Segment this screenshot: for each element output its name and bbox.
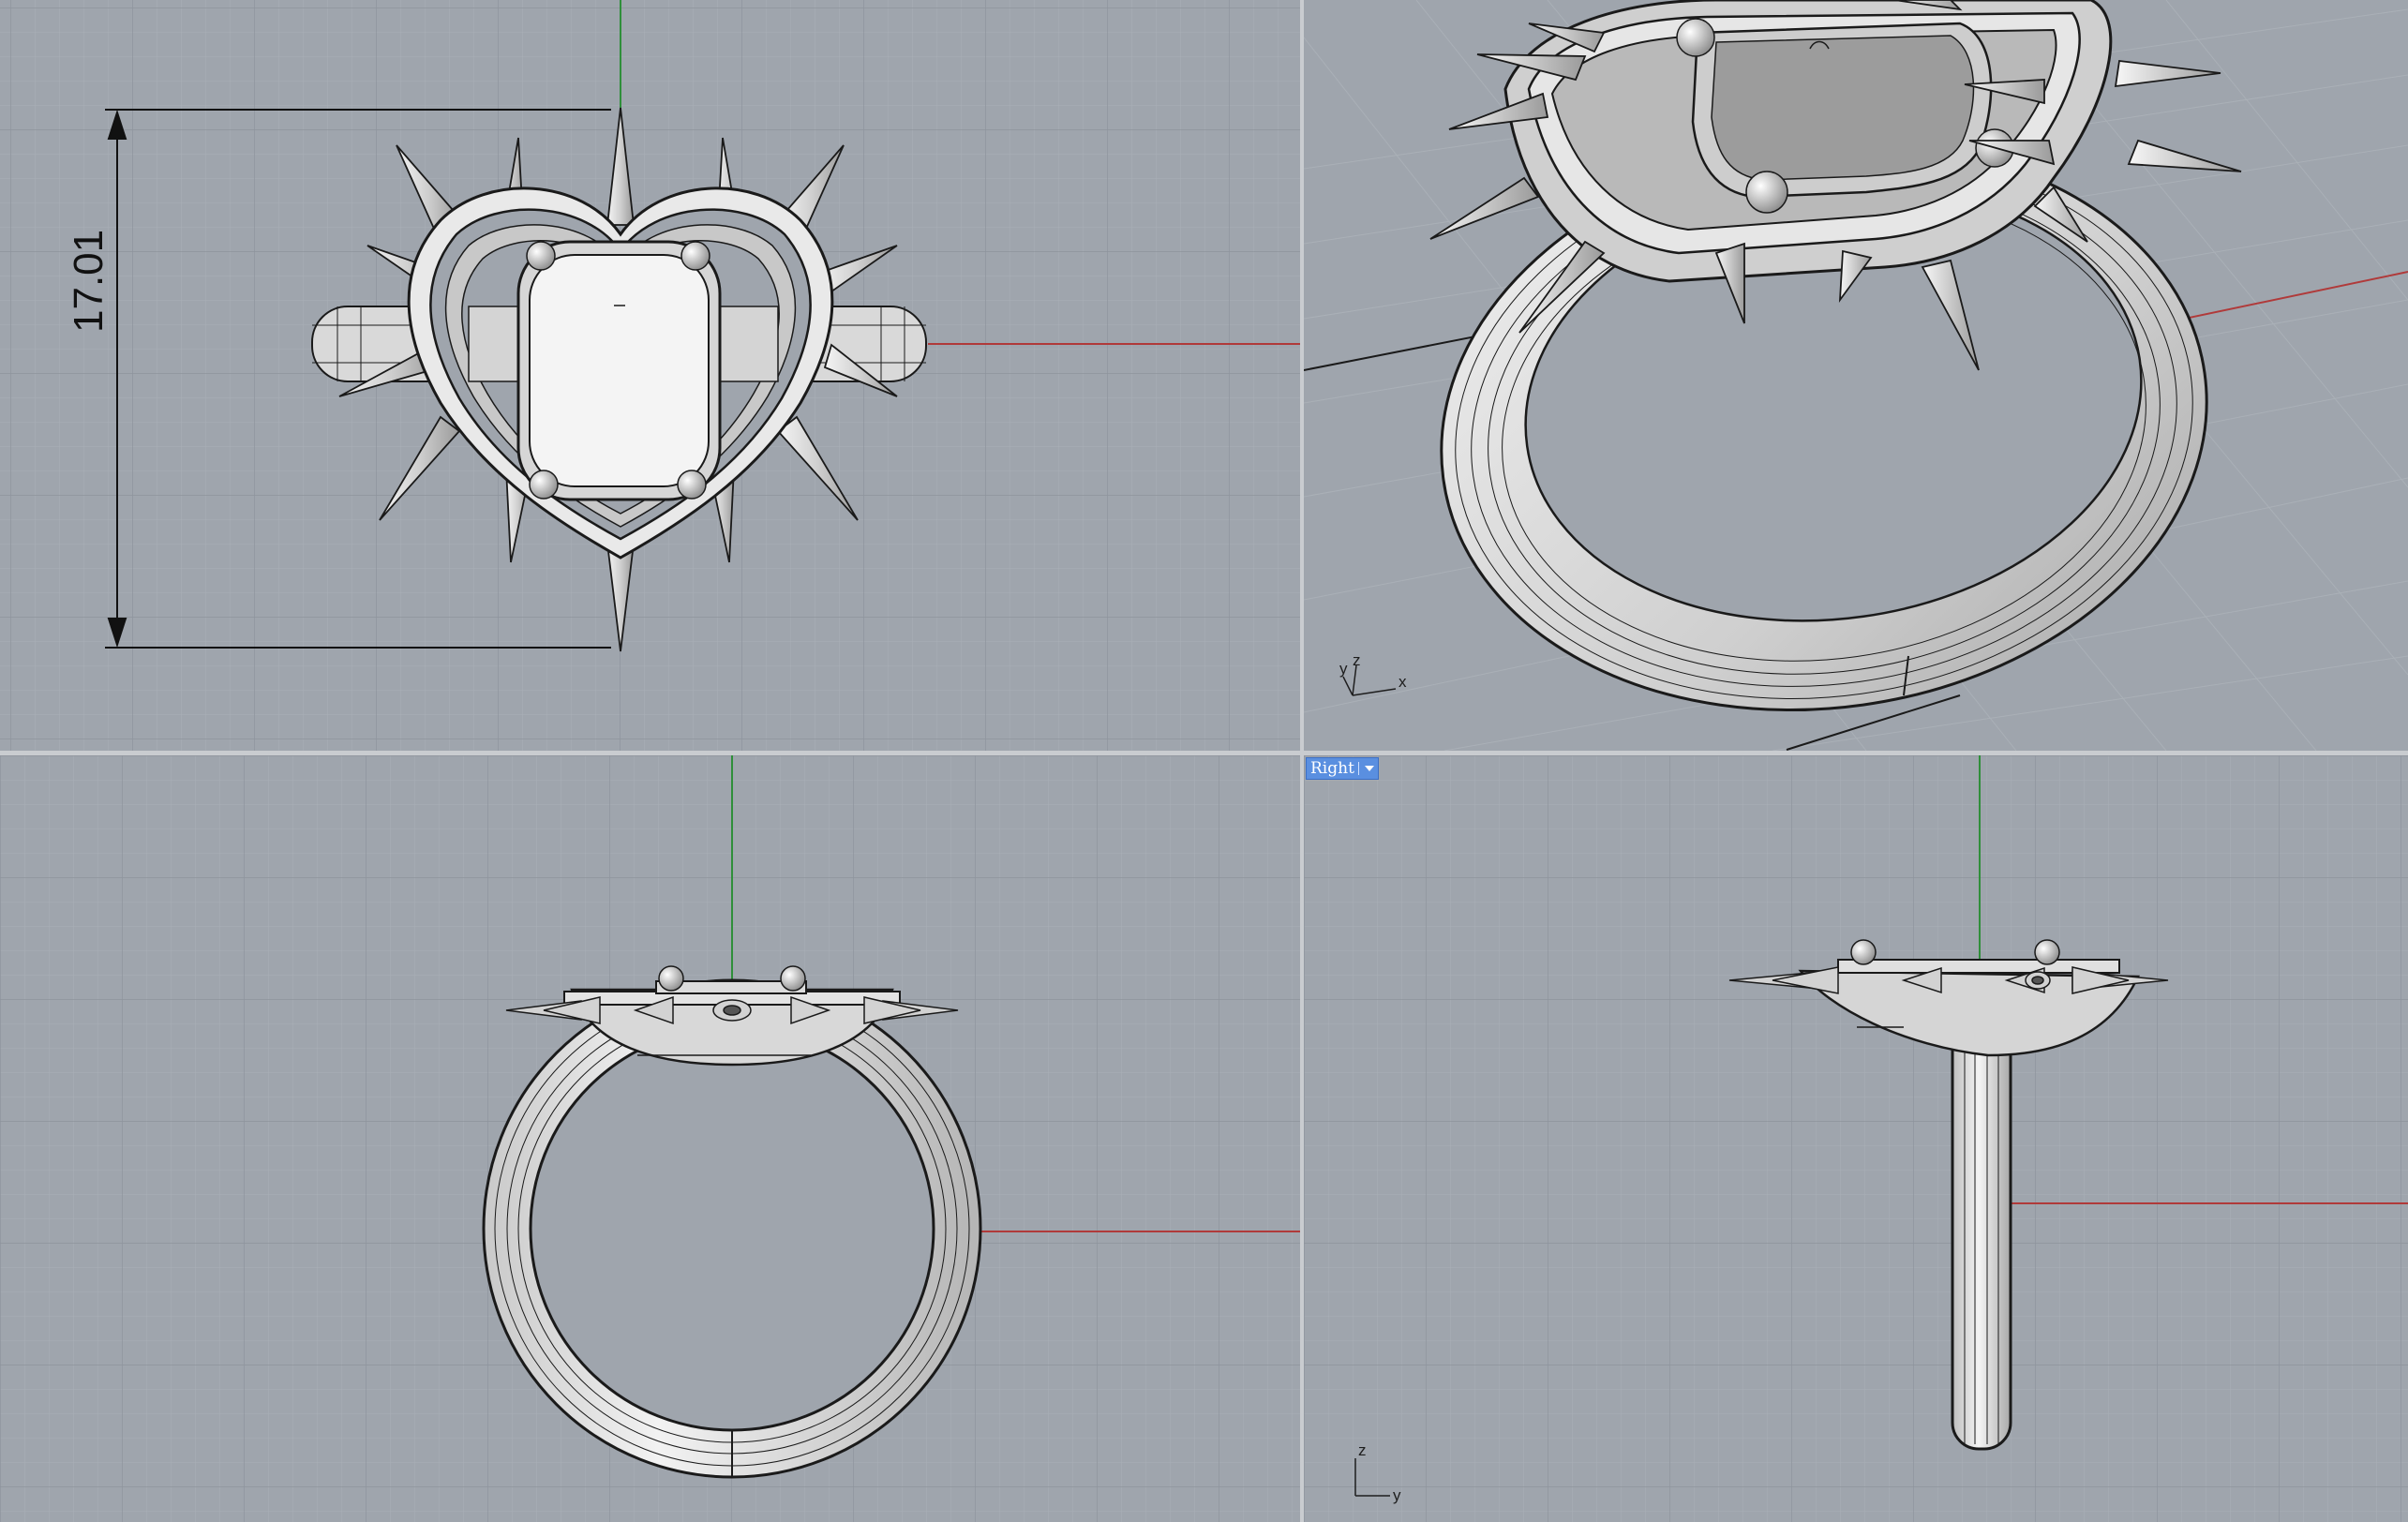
label-separator — [1357, 762, 1359, 775]
top-viewport[interactable]: 17.01 — [0, 0, 1300, 751]
ring-shank-right[interactable] — [1951, 1016, 2012, 1451]
axis-label-y: y — [1393, 1486, 1401, 1504]
dimension-value: 17.01 — [66, 229, 112, 333]
right-viewport-canvas[interactable] — [1304, 755, 2408, 1522]
axis-label-z: z — [1358, 1441, 1367, 1459]
axis-triad-icon — [1342, 664, 1397, 696]
axis-label-x: x — [1398, 673, 1407, 691]
stone-setting-top[interactable] — [516, 240, 722, 501]
perspective-viewport[interactable]: y z x — [1304, 0, 2408, 751]
front-viewport-canvas[interactable] — [0, 755, 1300, 1522]
axis-label-y: y — [1339, 660, 1348, 678]
top-viewport-canvas[interactable] — [0, 0, 1300, 751]
viewport-title: Right — [1310, 759, 1354, 778]
perspective-viewport-canvas[interactable] — [1304, 0, 2408, 751]
rhino-workspace: 17.01 y z x Right z y — [0, 0, 2408, 1522]
viewport-label-right[interactable]: Right — [1306, 757, 1379, 780]
right-viewport[interactable]: Right z y — [1304, 755, 2408, 1522]
front-viewport[interactable] — [0, 755, 1300, 1522]
axis-label-z: z — [1353, 651, 1361, 669]
chevron-down-icon[interactable] — [1364, 766, 1374, 771]
